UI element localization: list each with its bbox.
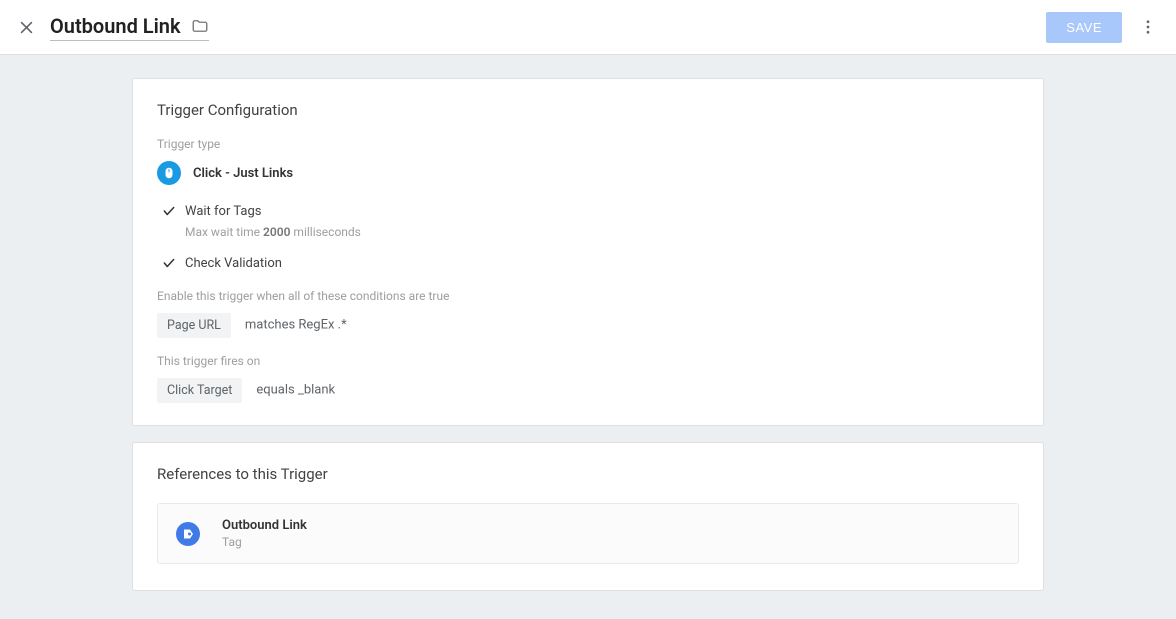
card-title: Trigger Configuration — [157, 101, 1019, 119]
wait-for-tags-row: Wait for Tags — [161, 203, 1019, 219]
variable-chip: Page URL — [157, 313, 231, 338]
close-icon — [18, 19, 35, 36]
reference-type: Tag — [222, 535, 307, 549]
topbar-actions: SAVE — [1046, 12, 1162, 43]
reference-text: Outbound Link Tag — [222, 518, 307, 549]
condition-text: equals _blank — [256, 382, 335, 397]
wait-time-text: Max wait time 2000 milliseconds — [185, 225, 1019, 239]
tag-icon — [176, 522, 200, 546]
trigger-config-card[interactable]: Trigger Configuration Trigger type Click… — [132, 78, 1044, 426]
wait-for-tags-label: Wait for Tags — [185, 204, 261, 219]
fires-on-label: This trigger fires on — [157, 354, 1019, 368]
trigger-type-label: Trigger type — [157, 137, 1019, 151]
references-title: References to this Trigger — [157, 465, 1019, 483]
more-vert-icon — [1139, 18, 1157, 36]
title-input-wrap[interactable]: Outbound Link — [50, 14, 209, 41]
trigger-type-name: Click - Just Links — [193, 166, 293, 181]
wait-value: 2000 — [263, 225, 290, 239]
page-body: Trigger Configuration Trigger type Click… — [0, 55, 1176, 619]
references-card: References to this Trigger Outbound Link… — [132, 442, 1044, 591]
wait-suffix: milliseconds — [290, 225, 360, 239]
link-click-icon — [157, 161, 181, 185]
check-icon — [161, 255, 177, 271]
page-title: Outbound Link — [50, 14, 181, 38]
overflow-menu-button[interactable] — [1134, 13, 1162, 41]
enable-conditions-label: Enable this trigger when all of these co… — [157, 289, 1019, 303]
enable-condition: Page URL matches RegEx .* — [157, 313, 1019, 338]
wait-prefix: Max wait time — [185, 225, 263, 239]
check-icon — [161, 203, 177, 219]
reference-name: Outbound Link — [222, 518, 307, 533]
reference-item[interactable]: Outbound Link Tag — [157, 503, 1019, 564]
check-validation-row: Check Validation — [161, 255, 1019, 271]
variable-chip: Click Target — [157, 378, 242, 403]
topbar: Outbound Link SAVE — [0, 0, 1176, 55]
check-validation-label: Check Validation — [185, 256, 282, 271]
folder-icon[interactable] — [191, 17, 209, 35]
fires-condition: Click Target equals _blank — [157, 378, 1019, 403]
close-button[interactable] — [10, 11, 42, 43]
save-button[interactable]: SAVE — [1046, 12, 1122, 43]
trigger-type-row: Click - Just Links — [157, 161, 1019, 185]
condition-text: matches RegEx .* — [245, 317, 347, 332]
